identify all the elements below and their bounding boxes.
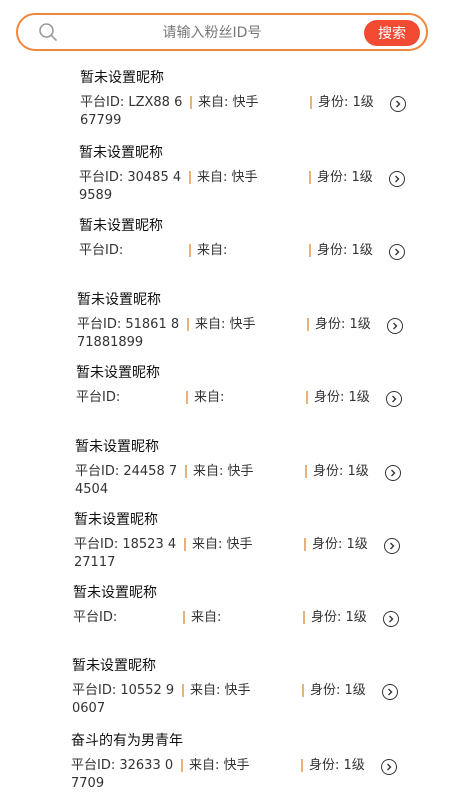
platform-id: 平台ID: 24458 74504 [75, 464, 178, 497]
chevron-right-icon[interactable] [389, 244, 405, 260]
platform-id: 平台ID: 30485 49589 [79, 170, 182, 203]
search-button[interactable]: 搜索 [364, 20, 420, 46]
source-platform: 来自: [194, 390, 225, 405]
source-platform: 来自: 快手 [197, 170, 258, 185]
identity-level: 身份: 1级 [318, 95, 374, 110]
source-platform: 来自: 快手 [189, 758, 250, 773]
platform-id: 平台ID: [79, 243, 124, 258]
divider [302, 684, 304, 697]
platform-id: 平台ID: 51861 871881899 [77, 317, 180, 350]
identity-level: 身份: 1级 [317, 170, 373, 185]
platform-id: 平台ID: [73, 610, 118, 625]
fan-list-item[interactable]: 暂未设置昵称平台ID: 30485 49589 来自: 快手 身份: 1级 [79, 143, 419, 209]
fan-nickname: 暂未设置昵称 [73, 585, 157, 601]
fan-nickname: 暂未设置昵称 [76, 365, 160, 381]
chevron-right-icon[interactable] [387, 318, 403, 334]
fan-nickname: 暂未设置昵称 [74, 512, 158, 528]
fan-nickname: 暂未设置昵称 [80, 70, 164, 86]
divider [181, 759, 183, 772]
fan-list-item[interactable]: 暂未设置昵称平台ID: 10552 90607 来自: 快手 身份: 1级 [72, 656, 412, 722]
divider [304, 538, 306, 551]
fan-nickname: 暂未设置昵称 [72, 658, 156, 674]
divider [187, 318, 189, 331]
chevron-right-icon[interactable] [385, 465, 401, 481]
fan-nickname: 暂未设置昵称 [79, 145, 163, 161]
divider [307, 318, 309, 331]
chevron-right-icon[interactable] [390, 96, 406, 112]
identity-level: 身份: 1级 [315, 317, 371, 332]
chevron-right-icon[interactable] [386, 391, 402, 407]
divider [310, 96, 312, 109]
divider [185, 465, 187, 478]
chevron-right-icon[interactable] [381, 759, 397, 775]
fan-list-item[interactable]: 暂未设置昵称平台ID: 24458 74504 来自: 快手 身份: 1级 [75, 437, 415, 503]
identity-level: 身份: 1级 [309, 758, 365, 773]
chevron-right-icon[interactable] [389, 171, 405, 187]
fan-list-item[interactable]: 暂未设置昵称 平台ID: 来自: 身份: 1级 [79, 216, 419, 282]
divider [189, 244, 191, 257]
identity-level: 身份: 1级 [312, 537, 368, 552]
fan-list-item[interactable]: 暂未设置昵称 平台ID: 来自: 身份: 1级 [73, 583, 413, 649]
platform-id: 平台ID: [76, 390, 121, 405]
divider [189, 171, 191, 184]
divider [190, 96, 192, 109]
fan-list-item[interactable]: 暂未设置昵称平台ID: LZX88 667799 来自: 快手 身份: 1级 [80, 68, 420, 134]
divider [184, 538, 186, 551]
divider [182, 684, 184, 697]
search-bar[interactable]: 请输入粉丝ID号 搜索 [16, 13, 428, 51]
fan-list-item[interactable]: 奋斗的有为男青年平台ID: 32633 07709 来自: 快手 身份: 1级 [71, 731, 411, 797]
fan-list-item[interactable]: 暂未设置昵称平台ID: 51861 871881899 来自: 快手 身份: 1级 [77, 290, 417, 356]
identity-level: 身份: 1级 [314, 390, 370, 405]
source-platform: 来自: [197, 243, 228, 258]
divider [305, 465, 307, 478]
identity-level: 身份: 1级 [311, 610, 367, 625]
fan-nickname: 奋斗的有为男青年 [71, 733, 183, 749]
platform-id: 平台ID: 32633 07709 [71, 758, 174, 791]
platform-id: 平台ID: 18523 427117 [74, 537, 177, 570]
chevron-right-icon[interactable] [382, 684, 398, 700]
identity-level: 身份: 1级 [313, 464, 369, 479]
source-platform: 来自: 快手 [195, 317, 256, 332]
divider [306, 391, 308, 404]
fan-nickname: 暂未设置昵称 [75, 439, 159, 455]
identity-level: 身份: 1级 [317, 243, 373, 258]
source-platform: 来自: 快手 [193, 464, 254, 479]
source-platform: 来自: [191, 610, 222, 625]
source-platform: 来自: 快手 [198, 95, 259, 110]
divider [309, 171, 311, 184]
source-platform: 来自: 快手 [192, 537, 253, 552]
fan-nickname: 暂未设置昵称 [79, 218, 163, 234]
divider [303, 611, 305, 624]
chevron-right-icon[interactable] [384, 538, 400, 554]
fan-list-item[interactable]: 暂未设置昵称 平台ID: 来自: 身份: 1级 [76, 363, 416, 429]
source-platform: 来自: 快手 [190, 683, 251, 698]
fan-nickname: 暂未设置昵称 [77, 292, 161, 308]
platform-id: 平台ID: LZX88 667799 [80, 95, 183, 128]
divider [309, 244, 311, 257]
chevron-right-icon[interactable] [383, 611, 399, 627]
platform-id: 平台ID: 10552 90607 [72, 683, 175, 716]
divider [186, 391, 188, 404]
identity-level: 身份: 1级 [310, 683, 366, 698]
divider [183, 611, 185, 624]
divider [301, 759, 303, 772]
fan-list-item[interactable]: 暂未设置昵称平台ID: 18523 427117 来自: 快手 身份: 1级 [74, 510, 414, 576]
